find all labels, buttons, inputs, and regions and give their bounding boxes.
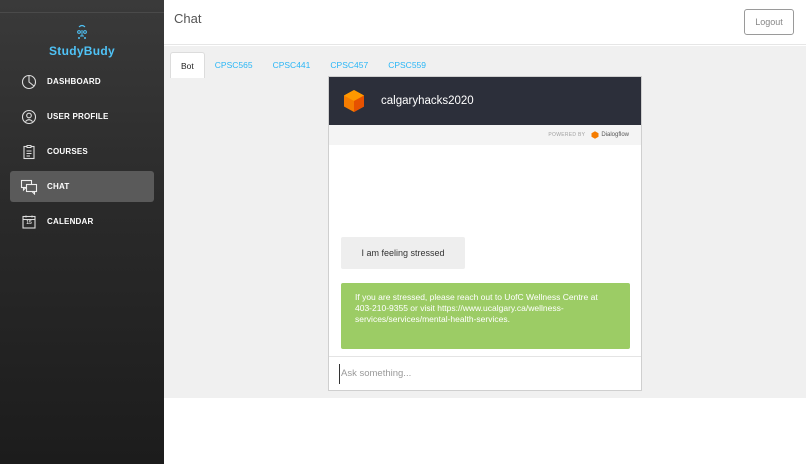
tab-cpsc441[interactable]: CPSC441	[263, 52, 321, 78]
bot-message: If you are stressed, please reach out to…	[341, 283, 630, 349]
chat-widget-header: calgaryhacks2020	[329, 77, 641, 125]
message-list: I am feeling stressed If you are stresse…	[329, 145, 641, 351]
bot-name: calgaryhacks2020	[381, 95, 474, 107]
clipboard-icon	[20, 143, 38, 161]
calendar-icon: 15	[20, 213, 38, 231]
user-message: I am feeling stressed	[341, 237, 465, 269]
sidebar-item-label: DASHBOARD	[47, 77, 101, 86]
dialogflow-name[interactable]: Dialogflow	[601, 132, 629, 138]
tab-cpsc559[interactable]: CPSC559	[378, 52, 436, 78]
calendar-day: 15	[26, 219, 32, 226]
sidebar-item-user-profile[interactable]: USER PROFILE	[10, 101, 154, 132]
header: Chat Logout	[164, 0, 806, 45]
pie-chart-icon	[20, 73, 38, 91]
sidebar-item-calendar[interactable]: 15 CALENDAR	[10, 206, 154, 237]
sidebar-item-courses[interactable]: COURSES	[10, 136, 154, 167]
brain-icon	[77, 24, 87, 39]
sidebar-nav: DASHBOARD USER PROFILE COURSES CHAT 15 C…	[0, 66, 164, 241]
sidebar-item-dashboard[interactable]: DASHBOARD	[10, 66, 154, 97]
chat-input[interactable]	[339, 363, 629, 384]
dialogflow-icon	[591, 131, 599, 139]
powered-by-bar: POWERED BY Dialogflow	[329, 125, 641, 145]
sidebar: StudyBudy DASHBOARD USER PROFILE COURSES…	[0, 0, 164, 464]
sidebar-item-label: COURSES	[47, 147, 88, 156]
bot-logo-icon	[344, 90, 364, 112]
brand-name: StudyBudy	[48, 44, 116, 58]
chat-widget: calgaryhacks2020 POWERED BY Dialogflow I…	[328, 76, 642, 391]
page-title: Chat	[174, 11, 202, 26]
tab-cpsc457[interactable]: CPSC457	[320, 52, 378, 78]
brand[interactable]: StudyBudy	[0, 24, 164, 58]
user-icon	[20, 108, 38, 126]
sidebar-item-chat[interactable]: CHAT	[10, 171, 154, 202]
sidebar-item-label: USER PROFILE	[47, 112, 109, 121]
powered-by-label: POWERED BY	[548, 132, 586, 138]
sidebar-item-label: CALENDAR	[47, 217, 94, 226]
tab-cpsc565[interactable]: CPSC565	[205, 52, 263, 78]
divider	[0, 12, 164, 13]
sidebar-item-label: CHAT	[47, 182, 70, 191]
main-content: Bot CPSC565 CPSC441 CPSC457 CPSC559 calg…	[164, 46, 806, 398]
logout-button[interactable]: Logout	[744, 9, 794, 35]
tab-bot[interactable]: Bot	[170, 52, 205, 78]
chat-input-row	[329, 356, 641, 390]
chat-icon	[20, 178, 38, 196]
course-tabs: Bot CPSC565 CPSC441 CPSC457 CPSC559	[170, 52, 436, 78]
